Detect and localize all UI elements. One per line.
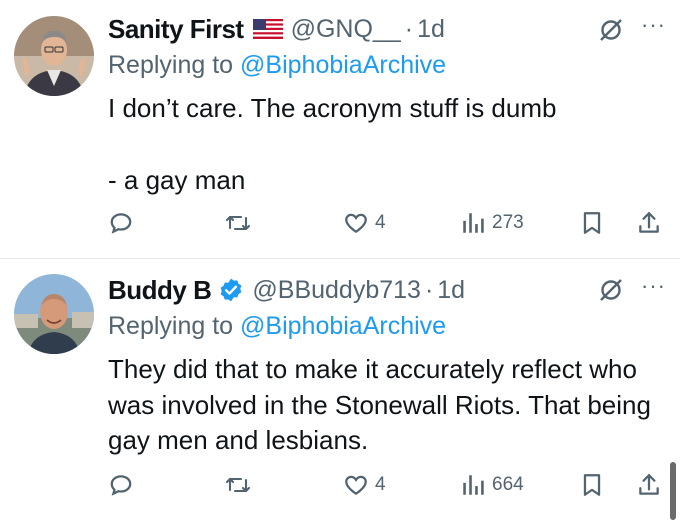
us-flag-icon [252, 19, 283, 39]
avatar[interactable] [14, 274, 94, 354]
reply-button[interactable] [108, 470, 140, 500]
retweet-button[interactable] [225, 208, 257, 238]
views-icon [463, 475, 484, 495]
share-button[interactable] [636, 208, 662, 238]
heart-icon [345, 475, 367, 496]
like-count: 4 [375, 474, 386, 495]
handle[interactable]: @GNQ__ [291, 15, 401, 44]
scrollbar[interactable] [670, 462, 676, 520]
tweet-header: Sanity First @GNQ__ · 1d [108, 12, 445, 46]
tweet-text: They did that to make it accurately refl… [108, 352, 673, 459]
share-icon [639, 474, 659, 495]
replying-to: Replying to @BiphobiaArchive [108, 51, 446, 80]
grok-icon[interactable] [598, 277, 624, 303]
like-button[interactable]: 4 [343, 470, 386, 500]
action-bar: 4 664 [0, 470, 680, 500]
share-button[interactable] [636, 470, 662, 500]
views-button[interactable]: 273 [460, 208, 524, 238]
reply-icon [110, 475, 132, 496]
more-options-icon[interactable]: ··· [641, 273, 666, 299]
reply-icon [110, 213, 132, 234]
replying-mention[interactable]: @BiphobiaArchive [240, 51, 446, 79]
like-count: 4 [375, 212, 386, 233]
tweet-paragraph: - a gay man [108, 164, 246, 195]
action-bar: 4 273 [0, 208, 680, 238]
grok-icon[interactable] [598, 17, 624, 43]
replying-mention[interactable]: @BiphobiaArchive [240, 312, 446, 340]
views-icon [463, 213, 484, 233]
tweet-2[interactable]: Buddy B @BBuddyb713 · 1d ··· Replying to… [0, 259, 680, 526]
retweet-button[interactable] [225, 470, 257, 500]
like-button[interactable]: 4 [343, 208, 386, 238]
heart-icon [345, 213, 367, 234]
view-count: 273 [492, 212, 524, 233]
separator-dot: · [424, 275, 434, 304]
share-icon [639, 212, 659, 233]
view-count: 664 [492, 474, 524, 495]
avatar[interactable] [14, 16, 94, 96]
tweet-header: Buddy B @BBuddyb713 · 1d [108, 273, 465, 307]
tweet-paragraph: I don’t care. The acronym stuff is dumb [108, 93, 557, 123]
bookmark-button[interactable] [579, 470, 605, 500]
views-button[interactable]: 664 [460, 470, 524, 500]
separator-dot: · [404, 14, 414, 43]
retweet-icon [225, 215, 251, 231]
verified-badge-icon[interactable] [218, 277, 244, 303]
bookmark-button[interactable] [579, 208, 605, 238]
timestamp[interactable]: 1d [437, 276, 465, 305]
tweet-1[interactable]: Sanity First @GNQ__ · 1d ··· Replying to… [0, 0, 680, 258]
bookmark-icon [583, 474, 601, 496]
replying-to: Replying to @BiphobiaArchive [108, 312, 446, 341]
more-options-icon[interactable]: ··· [641, 12, 666, 38]
bookmark-icon [583, 212, 601, 234]
display-name[interactable]: Buddy B [108, 275, 212, 306]
tweet-text: I don’t care. The acronym stuff is dumb … [108, 91, 673, 198]
replying-prefix: Replying to [108, 312, 241, 340]
handle[interactable]: @BBuddyb713 [252, 276, 421, 305]
tweet-paragraph: They did that to make it accurately refl… [108, 354, 651, 455]
replying-prefix: Replying to [108, 51, 241, 79]
reply-button[interactable] [108, 208, 140, 238]
timestamp[interactable]: 1d [417, 15, 445, 44]
retweet-icon [225, 477, 251, 493]
display-name[interactable]: Sanity First [108, 14, 244, 45]
